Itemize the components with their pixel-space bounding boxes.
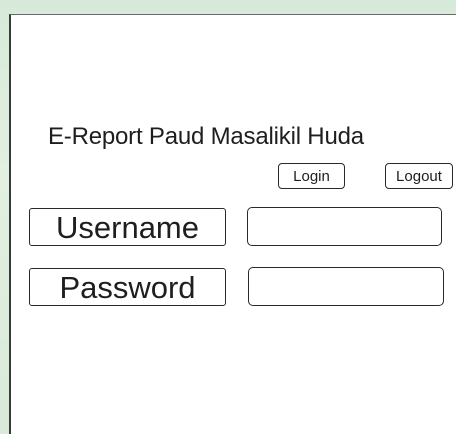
username-input[interactable] <box>247 207 442 246</box>
login-button[interactable]: Login <box>278 163 345 189</box>
username-label: Username <box>29 208 226 246</box>
app-title: E-Report Paud Masalikil Huda <box>48 123 364 150</box>
password-label: Password <box>29 268 226 306</box>
logout-button[interactable]: Logout <box>385 163 453 189</box>
password-input[interactable] <box>248 267 444 306</box>
